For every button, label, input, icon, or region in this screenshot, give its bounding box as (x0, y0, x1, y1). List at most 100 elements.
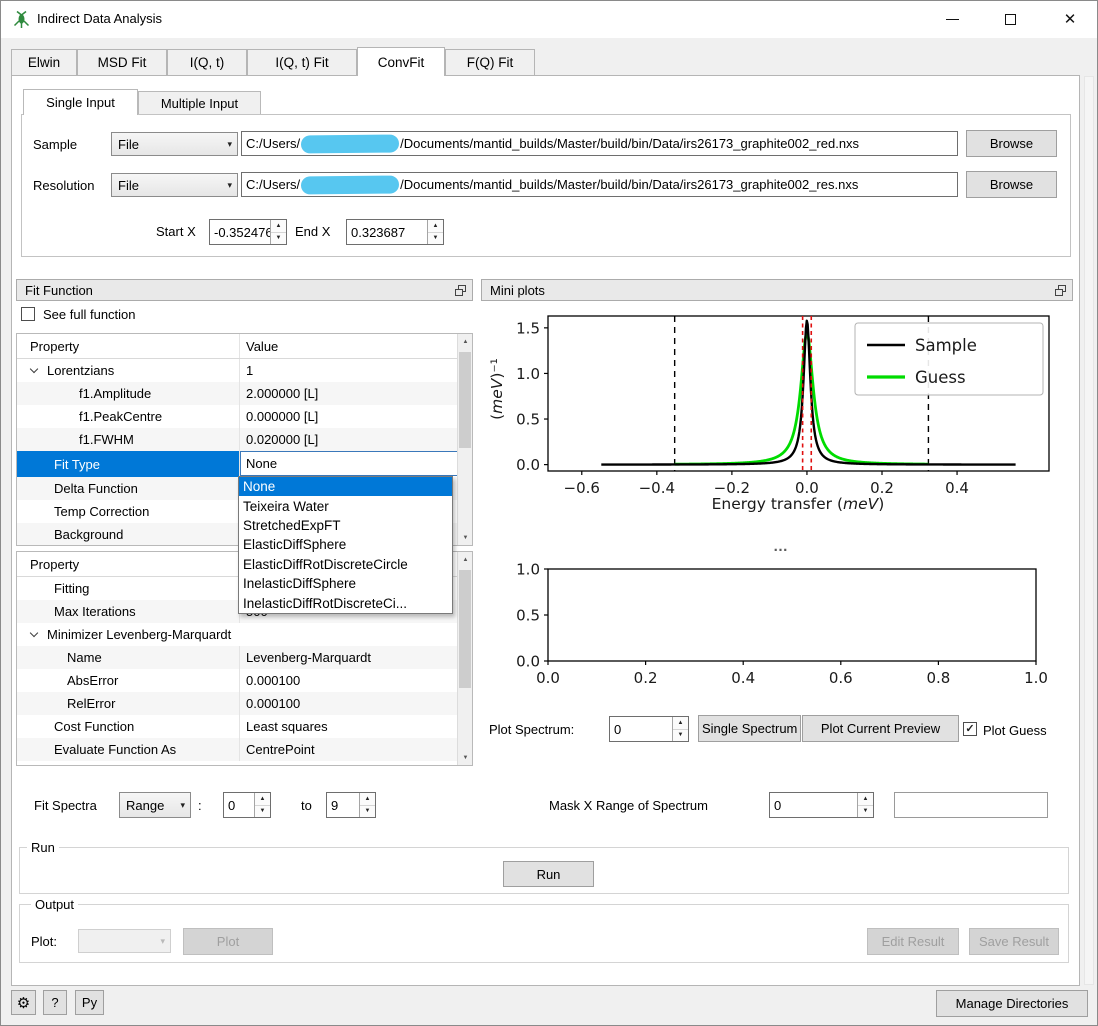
dropdown-item-none[interactable]: None (239, 477, 452, 496)
tab-elwin[interactable]: Elwin (11, 49, 77, 75)
fit-spectra-mode-combobox[interactable]: Range ▾ (119, 792, 191, 818)
plots-splitter-handle[interactable]: … (773, 538, 789, 555)
colon-separator: : (198, 798, 202, 813)
scrollbar-thumb[interactable] (459, 352, 471, 448)
plot-guess-checkbox[interactable]: ✓ (963, 722, 977, 736)
resolution-source-combobox[interactable]: File ▾ (111, 173, 238, 197)
table-row-minimizer-group[interactable]: Minimizer Levenberg-Marquardt (17, 623, 472, 646)
tab-label: Multiple Input (161, 96, 238, 111)
table-row-fit-type[interactable]: Fit Type None ▾ (17, 451, 472, 477)
settings-button[interactable]: ⚙ (11, 990, 36, 1015)
svg-text:1.0: 1.0 (516, 561, 540, 579)
tab-label: I(Q, t) Fit (275, 55, 328, 70)
title-bar: Indirect Data Analysis ✕ (1, 1, 1098, 38)
combo-value: File (118, 137, 139, 152)
ylabel-exponent: ⁻¹ (488, 358, 506, 372)
spin-arrows[interactable]: ▲▼ (270, 220, 286, 244)
spin-down-icon: ▼ (360, 806, 375, 818)
fit-spectra-from-spinbox[interactable]: 0 ▲▼ (223, 792, 271, 818)
tab-multiple-input[interactable]: Multiple Input (138, 91, 261, 115)
close-button[interactable]: ✕ (1049, 3, 1091, 35)
table-header: Property Value (17, 334, 472, 359)
mask-spectrum-spinbox[interactable]: 0 ▲▼ (769, 792, 874, 818)
dropdown-item-inelasticdiffsphere[interactable]: InelasticDiffSphere (239, 574, 452, 593)
run-button[interactable]: Run (503, 861, 594, 887)
expander-down-icon[interactable] (30, 628, 38, 636)
table-row-f1-peakcentre[interactable]: f1.PeakCentre 0.000000 [L] (17, 405, 472, 428)
output-plot-button[interactable]: Plot (183, 928, 273, 955)
dropdown-item-teixeira-water[interactable]: Teixeira Water (239, 496, 452, 515)
mantid-app-icon (12, 10, 31, 29)
tab-convfit[interactable]: ConvFit (357, 47, 445, 76)
spin-arrows[interactable]: ▲▼ (359, 793, 375, 817)
plot-y-axis-label: (meV)⁻¹ (488, 329, 508, 449)
expander-down-icon[interactable] (30, 364, 38, 372)
python-export-button[interactable]: Py (75, 990, 104, 1015)
sample-source-combobox[interactable]: File ▾ (111, 132, 238, 156)
sample-path-input[interactable]: C:/Users//Documents/mantid_builds/Master… (241, 131, 958, 156)
plot-current-preview-button[interactable]: Plot Current Preview (802, 715, 959, 742)
spin-arrows[interactable]: ▲▼ (427, 220, 443, 244)
scroll-down-icon[interactable]: ▼ (458, 750, 473, 765)
see-full-function-checkbox[interactable] (21, 307, 35, 321)
to-label: to (301, 798, 312, 813)
float-dock-icon[interactable] (1055, 285, 1066, 296)
resolution-path-input[interactable]: C:/Users//Documents/mantid_builds/Master… (241, 172, 958, 197)
table-row-f1-fwhm[interactable]: f1.FWHM 0.020000 [L] (17, 428, 472, 451)
svg-text:−0.6: −0.6 (564, 479, 600, 497)
float-dock-icon[interactable] (455, 285, 466, 296)
sample-browse-button[interactable]: Browse (966, 130, 1057, 157)
minimize-button[interactable] (931, 3, 973, 35)
edit-result-button[interactable]: Edit Result (867, 928, 959, 955)
scroll-up-icon[interactable]: ▲ (458, 552, 473, 567)
svg-text:−0.4: −0.4 (639, 479, 675, 497)
scroll-down-icon[interactable]: ▼ (458, 530, 473, 545)
window-scrollbar-groove[interactable] (1084, 76, 1094, 985)
output-plot-combobox[interactable]: ▾ (78, 929, 171, 953)
dropdown-item-stretchedexpft[interactable]: StretchedExpFT (239, 516, 452, 535)
tab-iqt[interactable]: I(Q, t) (167, 49, 247, 75)
scrollbar-thumb[interactable] (459, 570, 471, 688)
dock-title-label: Fit Function (25, 283, 93, 298)
table-row-minimizer-name[interactable]: Name Levenberg-Marquardt (17, 646, 472, 669)
manage-directories-button[interactable]: Manage Directories (936, 990, 1088, 1017)
single-spectrum-button[interactable]: Single Spectrum (698, 715, 801, 742)
scroll-up-icon[interactable]: ▲ (458, 334, 473, 349)
spin-arrows[interactable]: ▲▼ (672, 717, 688, 741)
table-row-lorentzians[interactable]: Lorentzians 1 (17, 359, 472, 382)
spin-up-icon: ▲ (271, 220, 286, 233)
tab-iqt-fit[interactable]: I(Q, t) Fit (247, 49, 357, 75)
dropdown-item-inelasticdiffrotdiscretecircle[interactable]: InelasticDiffRotDiscreteCi... (239, 594, 452, 613)
dock-title-label: Mini plots (490, 283, 545, 298)
mask-range-input[interactable] (894, 792, 1048, 818)
help-button[interactable]: ? (43, 990, 67, 1015)
spin-arrows[interactable]: ▲▼ (857, 793, 873, 817)
row-label: f1.FWHM (79, 432, 134, 447)
table-row-relerror[interactable]: RelError 0.000100 (17, 692, 472, 715)
table2-scrollbar[interactable]: ▲ ▼ (457, 552, 472, 765)
fit-preview-plot[interactable]: 0.00.20.40.60.81.00.00.51.0 (481, 557, 1073, 707)
tab-msd-fit[interactable]: MSD Fit (77, 49, 167, 75)
tab-single-input[interactable]: Single Input (23, 89, 138, 115)
table-row-evaluate-function-as[interactable]: Evaluate Function As CentrePoint (17, 738, 472, 761)
svg-text:0.5: 0.5 (516, 607, 540, 625)
tab-fq-fit[interactable]: F(Q) Fit (445, 49, 535, 75)
start-x-spinbox[interactable]: -0.352476 ▲▼ (209, 219, 287, 245)
table-row-abserror[interactable]: AbsError 0.000100 (17, 669, 472, 692)
spin-value: 0 (224, 793, 254, 817)
table-row-f1-amplitude[interactable]: f1.Amplitude 2.000000 [L] (17, 382, 472, 405)
dropdown-item-elasticdiffrotdiscretecircle[interactable]: ElasticDiffRotDiscreteCircle (239, 555, 452, 574)
resolution-browse-button[interactable]: Browse (966, 171, 1057, 198)
svg-text:0.0: 0.0 (536, 669, 560, 687)
fit-type-combobox[interactable]: None ▾ (240, 451, 472, 476)
row-value: 2.000000 [L] (246, 386, 318, 401)
table-row-cost-function[interactable]: Cost Function Least squares (17, 715, 472, 738)
spin-arrows[interactable]: ▲▼ (254, 793, 270, 817)
maximize-button[interactable] (989, 3, 1031, 35)
table1-scrollbar[interactable]: ▲ ▼ (457, 334, 472, 545)
save-result-button[interactable]: Save Result (969, 928, 1059, 955)
fit-spectra-to-spinbox[interactable]: 9 ▲▼ (326, 792, 376, 818)
dropdown-item-elasticdiffsphere[interactable]: ElasticDiffSphere (239, 535, 452, 554)
plot-spectrum-spinbox[interactable]: 0 ▲▼ (609, 716, 689, 742)
end-x-spinbox[interactable]: 0.323687 ▲▼ (346, 219, 444, 245)
